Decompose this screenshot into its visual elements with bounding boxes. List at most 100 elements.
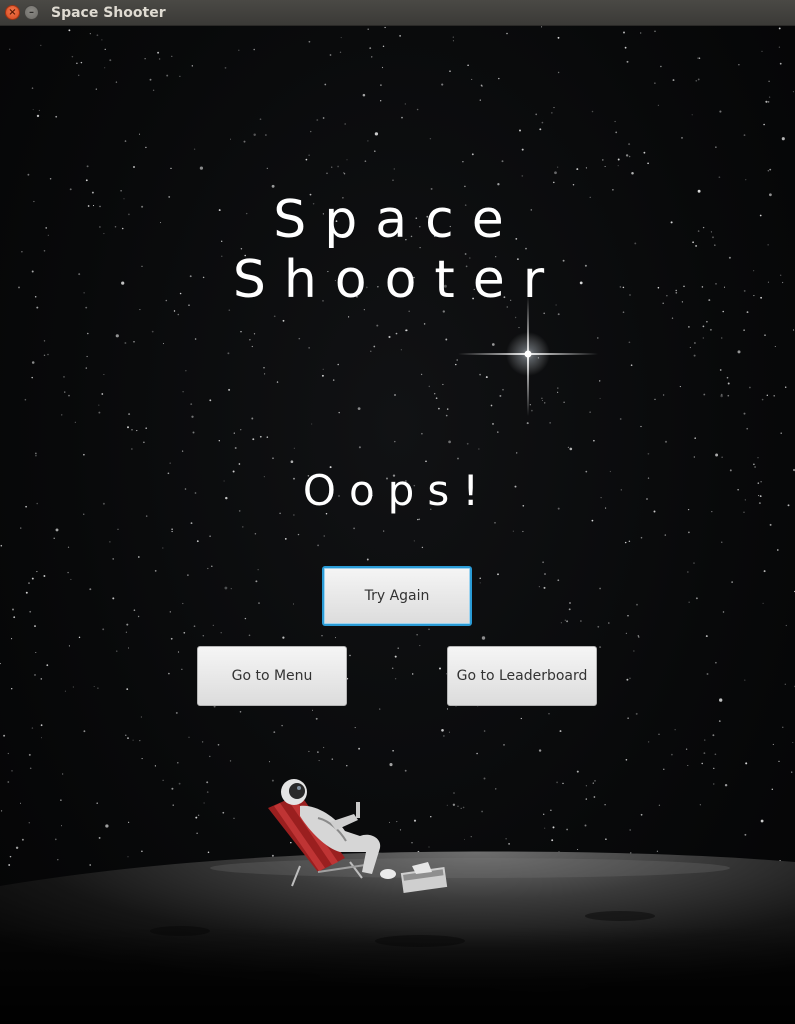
star — [479, 577, 481, 579]
star — [782, 726, 784, 728]
star — [429, 137, 432, 140]
star — [541, 26, 543, 28]
star — [96, 802, 98, 804]
star — [358, 747, 361, 750]
star — [557, 71, 560, 74]
title-bar: × – Space Shooter — [0, 0, 795, 26]
star — [255, 580, 258, 583]
star — [394, 394, 396, 396]
star — [625, 758, 628, 761]
star — [109, 541, 111, 543]
star — [714, 753, 717, 756]
star — [428, 628, 430, 631]
star — [566, 620, 569, 623]
star — [701, 762, 703, 765]
star — [152, 89, 155, 91]
star — [502, 388, 504, 391]
close-icon[interactable]: × — [5, 5, 20, 20]
star — [311, 709, 314, 711]
go-to-menu-button[interactable]: Go to Menu — [197, 646, 347, 706]
star — [40, 724, 43, 727]
star — [462, 806, 465, 809]
star — [13, 616, 16, 619]
star — [332, 379, 335, 381]
star — [141, 850, 143, 853]
star — [315, 717, 318, 720]
star — [514, 316, 517, 319]
star — [503, 744, 505, 746]
star — [74, 421, 76, 423]
star — [112, 558, 115, 560]
star — [87, 332, 89, 335]
star — [544, 573, 546, 575]
star — [290, 841, 292, 844]
star — [671, 753, 673, 756]
star — [466, 442, 469, 445]
star — [379, 708, 381, 710]
star — [763, 123, 765, 126]
star — [78, 636, 81, 639]
star — [367, 140, 369, 142]
star — [394, 655, 397, 658]
star — [3, 734, 6, 737]
star — [478, 448, 480, 450]
star — [446, 804, 448, 806]
star — [276, 381, 279, 383]
star — [776, 549, 779, 551]
star — [430, 816, 432, 818]
star — [89, 588, 92, 591]
star — [27, 173, 30, 176]
star — [445, 338, 448, 341]
star — [601, 159, 604, 161]
star — [457, 457, 459, 460]
star — [140, 716, 143, 718]
star — [7, 752, 9, 755]
star — [162, 343, 165, 345]
star — [549, 422, 551, 424]
star — [207, 567, 209, 570]
star — [31, 577, 34, 580]
star — [272, 457, 274, 460]
star — [521, 148, 524, 151]
star — [656, 850, 659, 852]
star — [36, 571, 38, 573]
star — [604, 803, 606, 806]
star — [11, 638, 13, 640]
go-to-leaderboard-button[interactable]: Go to Leaderboard — [447, 646, 597, 706]
star — [541, 121, 544, 124]
star — [273, 315, 276, 318]
star — [281, 724, 283, 727]
star — [218, 440, 220, 442]
star — [512, 530, 514, 532]
star — [413, 819, 417, 822]
star — [576, 770, 579, 773]
star — [597, 337, 599, 339]
star — [688, 601, 690, 603]
star — [376, 324, 379, 327]
star — [497, 431, 499, 433]
star — [212, 624, 214, 627]
star — [702, 325, 705, 328]
star — [765, 100, 768, 103]
star — [721, 337, 723, 339]
star — [576, 168, 579, 171]
star — [401, 116, 403, 119]
star — [53, 537, 55, 540]
star — [199, 166, 204, 170]
minimize-icon[interactable]: – — [24, 5, 39, 20]
try-again-button[interactable]: Try Again — [322, 566, 472, 626]
star — [743, 329, 745, 331]
star — [101, 39, 103, 41]
star — [580, 620, 582, 622]
star — [544, 827, 546, 829]
star — [785, 624, 787, 627]
star — [679, 386, 681, 388]
star — [60, 799, 62, 801]
star — [154, 765, 156, 767]
star — [322, 746, 325, 749]
star — [62, 773, 64, 775]
star — [419, 645, 421, 647]
star — [258, 602, 260, 604]
star — [541, 397, 543, 400]
star — [585, 167, 587, 169]
